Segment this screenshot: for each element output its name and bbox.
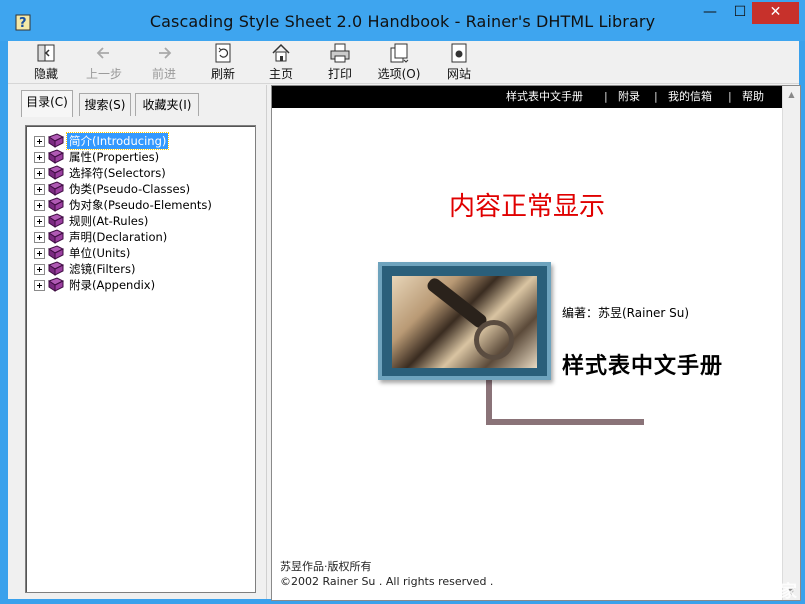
footer-works: 苏昱作品·版权所有 — [280, 558, 372, 574]
home-button[interactable]: 主页 — [266, 42, 296, 82]
expand-icon[interactable] — [34, 232, 45, 243]
nav-link-help[interactable]: 帮助 — [742, 86, 764, 108]
expand-icon[interactable] — [34, 168, 45, 179]
home-label: 主页 — [266, 65, 296, 82]
printer-icon — [329, 42, 351, 64]
expand-icon[interactable] — [34, 280, 45, 291]
options-button[interactable]: 选项(O) — [376, 42, 422, 82]
nav-link-manual[interactable]: 样式表中文手册 — [506, 86, 583, 108]
nav-separator: | — [604, 86, 608, 108]
book-icon — [48, 213, 64, 228]
tree-item-label: 属性(Properties) — [67, 149, 161, 165]
tree-item-label: 声明(Declaration) — [67, 229, 169, 245]
refresh-button[interactable]: 刷新 — [208, 42, 238, 82]
book-icon — [48, 245, 64, 260]
forward-button[interactable]: 前进 — [148, 42, 180, 82]
expand-icon[interactable] — [34, 248, 45, 259]
tab-favorites[interactable]: 收藏夹(I) — [135, 93, 199, 116]
status-headline: 内容正常显示 — [272, 186, 782, 223]
tab-search[interactable]: 搜索(S) — [79, 93, 131, 116]
tree-item-label: 附录(Appendix) — [67, 277, 157, 293]
home-icon — [270, 42, 292, 64]
minimize-button[interactable]: — — [694, 2, 726, 24]
tools-photo — [392, 276, 537, 368]
book-icon — [48, 229, 64, 244]
print-label: 打印 — [325, 65, 355, 82]
website-icon — [448, 42, 470, 64]
topic-page: 样式表中文手册 | 附录 | 我的信箱 | 帮助 内容正常显示 编著：苏昱(Ra… — [272, 86, 782, 600]
watermark: 系统之家 — [729, 577, 797, 602]
expand-icon[interactable] — [34, 136, 45, 147]
book-icon — [48, 261, 64, 276]
expand-icon[interactable] — [34, 200, 45, 211]
book-icon — [48, 133, 64, 148]
expand-icon[interactable] — [34, 152, 45, 163]
expand-icon[interactable] — [34, 216, 45, 227]
content-pane: 样式表中文手册 | 附录 | 我的信箱 | 帮助 内容正常显示 编著：苏昱(Ra… — [271, 85, 801, 601]
tab-contents[interactable]: 目录(C) — [21, 90, 73, 117]
vertical-scrollbar[interactable]: ▲ ▼ — [782, 86, 800, 600]
scroll-up-icon[interactable]: ▲ — [783, 86, 800, 103]
nav-link-mail[interactable]: 我的信箱 — [668, 86, 712, 108]
tree-item-label: 规则(At-Rules) — [67, 213, 150, 229]
book-icon — [48, 165, 64, 180]
tree-item-label: 单位(Units) — [67, 245, 132, 261]
forward-arrow-icon — [153, 42, 175, 64]
nav-separator: | — [728, 86, 732, 108]
tree-item-label: 滤镜(Filters) — [67, 261, 137, 277]
options-label: 选项(O) — [376, 65, 422, 82]
book-icon — [48, 197, 64, 212]
hide-label: 隐藏 — [28, 65, 64, 82]
tree-item-label: 伪类(Pseudo-Classes) — [67, 181, 192, 197]
book-icon — [48, 181, 64, 196]
title-bar: ? Cascading Style Sheet 2.0 Handbook - R… — [0, 0, 805, 41]
print-button[interactable]: 打印 — [325, 42, 355, 82]
top-nav-bar: 样式表中文手册 | 附录 | 我的信箱 | 帮助 — [272, 86, 782, 108]
toolbar: 隐藏 上一步 前进 刷新 主页 打印 选项(O) 网站 — [8, 41, 799, 84]
close-button[interactable]: ✕ — [752, 2, 799, 24]
book-icon — [48, 149, 64, 164]
options-icon — [388, 42, 410, 64]
tree-item-label: 简介(Introducing) — [67, 133, 168, 149]
footer-copyright: ©2002 Rainer Su . All rights reserved . — [280, 575, 493, 588]
expand-icon[interactable] — [34, 264, 45, 275]
refresh-label: 刷新 — [208, 65, 238, 82]
tree-item-label: 选择符(Selectors) — [67, 165, 168, 181]
forward-label: 前进 — [148, 65, 180, 82]
back-label: 上一步 — [84, 65, 124, 82]
refresh-icon — [212, 42, 234, 64]
nav-link-appendix[interactable]: 附录 — [618, 86, 640, 108]
tree-item-label: 伪对象(Pseudo-Elements) — [67, 197, 214, 213]
book-icon — [48, 277, 64, 292]
cover-image — [378, 262, 551, 380]
web-label: 网站 — [444, 65, 474, 82]
back-arrow-icon — [93, 42, 115, 64]
expand-icon[interactable] — [34, 184, 45, 195]
hide-pane-icon — [35, 42, 57, 64]
web-button[interactable]: 网站 — [444, 42, 474, 82]
back-button[interactable]: 上一步 — [84, 42, 124, 82]
book-title: 样式表中文手册 — [562, 348, 723, 380]
contents-tree[interactable]: 简介(Introducing) 属性(Properties) 选择符(Selec… — [25, 125, 256, 593]
window-title: Cascading Style Sheet 2.0 Handbook - Rai… — [0, 12, 805, 31]
author-credit: 编著：苏昱(Rainer Su) — [562, 304, 689, 321]
navigation-pane: 目录(C) 搜索(S) 收藏夹(I) 简介(Introducing) 属性(Pr… — [8, 85, 266, 599]
help-window-client: 隐藏 上一步 前进 刷新 主页 打印 选项(O) 网站 — [8, 41, 799, 599]
hide-button[interactable]: 隐藏 — [28, 42, 64, 82]
nav-separator: | — [654, 86, 658, 108]
